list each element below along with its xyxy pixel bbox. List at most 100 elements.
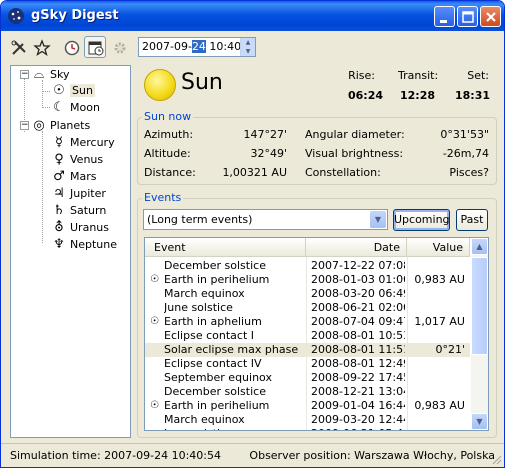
event-date-cell: 2008-08-01 10:53 <box>311 329 405 342</box>
close-button[interactable] <box>480 6 501 27</box>
column-header-date[interactable]: Date <box>306 238 407 257</box>
earth-orbit-icon: ☉ <box>150 400 159 411</box>
table-row[interactable]: September equinox 2008-09-22 17:45 <box>145 371 470 385</box>
event-value-cell: 1,017 AU <box>414 315 465 328</box>
upcoming-button[interactable]: Upcoming <box>393 209 450 231</box>
chevron-down-icon[interactable]: ▼ <box>370 211 386 228</box>
observer-position: Observer position: Warszawa Włochy, Pols… <box>249 449 495 462</box>
table-row[interactable]: Eclipse contact I 2008-08-01 10:53 <box>145 329 470 343</box>
event-name-cell: March equinox <box>164 287 245 300</box>
table-row[interactable]: Eclipse contact IV 2008-08-01 12:49 <box>145 357 470 371</box>
spin-up-icon[interactable]: ▲ <box>241 38 255 47</box>
tree-item-planets[interactable]: ◎ Planets <box>31 117 90 134</box>
table-row[interactable]: June solstice 2008-06-21 02:00 <box>145 301 470 315</box>
table-row[interactable]: June solstice 2009-06-21 05:46 <box>145 427 470 430</box>
status-bar: Simulation time: 2007-09-24 10:40:54 Obs… <box>1 443 504 467</box>
table-row[interactable]: ☉ Earth in perihelium 2009-01-04 16:44 0,98… <box>145 399 470 413</box>
earth-orbit-icon: ☉ <box>150 316 159 327</box>
table-row[interactable]: March equinox 2009-03-20 12:44 <box>145 413 470 427</box>
title-bar[interactable]: gSky Digest <box>1 1 504 31</box>
event-date-cell: 2008-09-22 17:45 <box>311 371 405 384</box>
table-row[interactable]: December solstice 2008-12-21 13:04 <box>145 385 470 399</box>
table-row[interactable]: Solar eclipse max phase 2008-08-01 11:51 0… <box>145 343 470 357</box>
tree-line <box>42 91 50 92</box>
event-name-cell: December solstice <box>164 259 266 272</box>
maximize-button[interactable] <box>457 6 478 27</box>
column-header-event[interactable]: Event <box>145 238 306 257</box>
date-time-input[interactable]: 2007-09-24 10:40 ▲ ▼ <box>138 37 256 57</box>
tree-item-saturn[interactable]: ♄ Saturn <box>51 202 106 219</box>
event-name-cell: Eclipse contact I <box>164 329 254 342</box>
events-scrollbar[interactable]: ▲ ▼ <box>471 238 488 430</box>
date-spinner[interactable]: ▲ ▼ <box>240 38 255 56</box>
spin-down-icon[interactable]: ▼ <box>241 47 255 56</box>
app-window: gSky Digest 2007-09-24 10:40 ▲ ▼ − ⌓ Sky… <box>0 0 505 468</box>
tree-item-uranus[interactable]: ⛢ Uranus <box>51 219 109 236</box>
tree-item-mars[interactable]: ♂ Mars <box>51 168 96 185</box>
event-name-cell: Eclipse contact IV <box>164 357 262 370</box>
events-table[interactable]: Event Date Value December solstice 2007-1… <box>144 237 489 431</box>
moon-symbol-icon: ☾ <box>53 100 65 115</box>
event-value-cell <box>409 413 465 427</box>
set-block: Set: 18:31 <box>455 69 491 102</box>
event-date-cell: 2008-01-03 01:00 <box>311 273 405 286</box>
scroll-down-icon[interactable]: ▼ <box>471 413 488 430</box>
constellation-label: Constellation: <box>305 166 381 179</box>
clock-icon <box>64 40 80 56</box>
table-row[interactable]: March equinox 2008-03-20 06:49 <box>145 287 470 301</box>
scroll-up-icon[interactable]: ▲ <box>471 238 488 255</box>
events-title: Events <box>142 191 184 204</box>
tree-item-sky[interactable]: ⌓ Sky <box>31 66 70 83</box>
tree-item-neptune[interactable]: ♆ Neptune <box>51 236 117 253</box>
resize-grip-icon[interactable] <box>492 455 502 465</box>
transit-value: 12:28 <box>399 89 435 102</box>
brightness-value: -26m,74 <box>442 147 489 160</box>
event-date-cell: 2009-06-21 05:46 <box>311 427 405 430</box>
tree-item-venus[interactable]: ♀ Venus <box>51 151 103 168</box>
clock-tool-button[interactable] <box>60 36 82 58</box>
tree-item-sun[interactable]: ☉ Sun <box>51 82 95 99</box>
minimize-icon <box>440 20 447 23</box>
mercury-symbol-icon: ☿ <box>55 135 63 150</box>
event-value-cell: 0,983 AU <box>414 273 465 286</box>
tree-item-mercury[interactable]: ☿ Mercury <box>51 134 115 151</box>
table-row[interactable]: ☉ Earth in perihelium 2008-01-03 01:00 0,98… <box>145 273 470 287</box>
column-header-value[interactable]: Value <box>407 238 470 257</box>
event-value-cell <box>409 329 465 343</box>
azimuth-label: Azimuth: <box>144 128 194 141</box>
gear-tool-button[interactable] <box>108 36 130 58</box>
table-row[interactable]: December solstice 2007-12-22 07:08 <box>145 259 470 273</box>
earth-orbit-icon: ☉ <box>150 274 159 285</box>
app-icon <box>8 8 24 24</box>
settings-tool-button[interactable] <box>7 36 29 58</box>
uranus-symbol-icon: ⛢ <box>54 220 64 235</box>
minimize-button[interactable] <box>434 6 455 27</box>
object-tree[interactable]: − ⌓ Sky ☉ Sun ☾ Moon − ◎ Planets ☿ Mercury ♀ V… <box>10 65 131 438</box>
tree-line <box>42 107 50 108</box>
angular-diameter-label: Angular diameter: <box>305 128 405 141</box>
rise-label: Rise: <box>348 69 375 82</box>
past-button[interactable]: Past <box>456 209 488 231</box>
event-name-cell: December solstice <box>164 385 266 398</box>
event-date-cell: 2008-12-21 13:04 <box>311 385 405 398</box>
events-table-header: Event Date Value <box>145 238 470 257</box>
planets-collapse-icon[interactable]: − <box>20 121 29 130</box>
window-title: gSky Digest <box>31 8 119 23</box>
angular-diameter-value: 0°31'53" <box>440 128 489 141</box>
sky-collapse-icon[interactable]: − <box>20 70 29 79</box>
table-row[interactable]: ☉ Earth in aphelium 2008-07-04 09:47 1,017 … <box>145 315 470 329</box>
calendar-clock-icon <box>88 41 104 56</box>
scroll-thumb[interactable] <box>471 257 488 355</box>
date-selected-part: 24 <box>191 40 206 53</box>
favorites-tool-button[interactable] <box>30 36 52 58</box>
object-name: Sun <box>181 70 223 95</box>
tree-item-moon[interactable]: ☾ Moon <box>51 99 100 116</box>
tree-item-jupiter[interactable]: ♃ Jupiter <box>51 185 106 202</box>
set-value: 18:31 <box>455 89 491 102</box>
event-value-cell <box>409 259 465 273</box>
event-name-cell: June solstice <box>164 427 304 430</box>
event-filter-select[interactable]: (Long term events) ▼ <box>143 209 388 230</box>
calendar-tool-button[interactable] <box>84 36 106 58</box>
event-name-cell: Earth in perihelium <box>164 273 270 286</box>
date-suffix: 10:40 <box>205 40 242 53</box>
